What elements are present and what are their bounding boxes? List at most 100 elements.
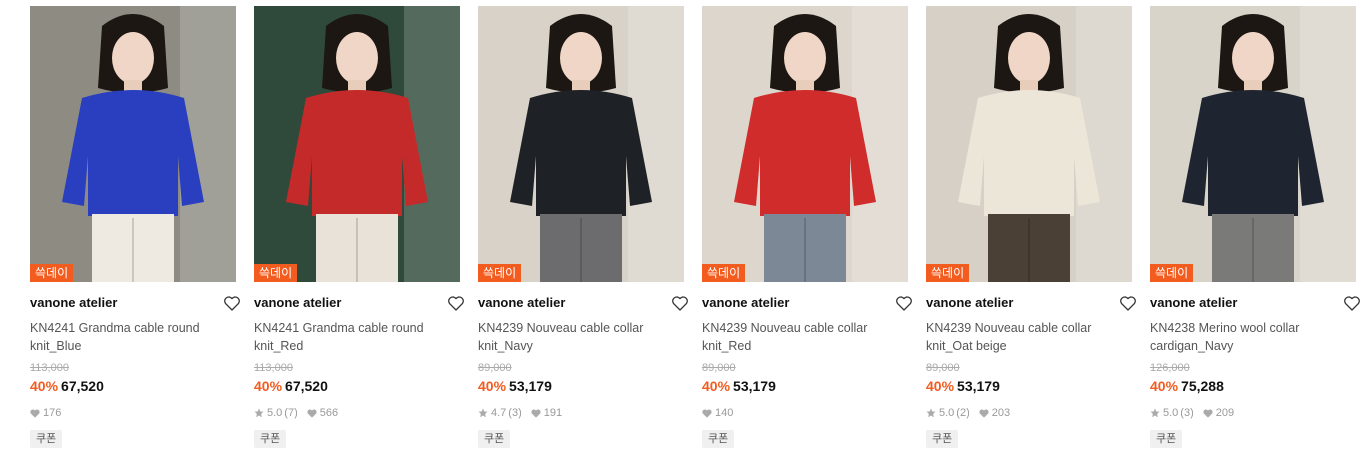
product-card[interactable]: 쓱데이 vanone atelier KN4239 Nouveau cable … — [926, 6, 1136, 448]
star-icon — [254, 408, 264, 418]
wishlist-heart-icon[interactable] — [670, 293, 690, 313]
product-stats: 5.0 (7) 566 — [254, 405, 460, 421]
sale-badge: 쓱데이 — [1150, 264, 1194, 282]
product-photo — [702, 6, 908, 282]
sale-price: 67,520 — [285, 378, 328, 394]
product-stats: 5.0 (2) 203 — [926, 405, 1132, 421]
price-row: 40% 53,179 — [926, 377, 1132, 396]
product-card[interactable]: 쓱데이 vanone atelier KN4239 Nouveau cable … — [702, 6, 912, 448]
brand-name[interactable]: vanone atelier — [702, 291, 908, 315]
review-count: (2) — [956, 407, 970, 419]
product-image[interactable]: 쓱데이 — [702, 6, 908, 282]
rating: 4.7 (3) — [478, 405, 522, 421]
discount-rate: 40% — [702, 378, 731, 394]
discount-rate: 40% — [30, 378, 59, 394]
product-name[interactable]: KN4239 Nouveau cable collar knit_Red — [702, 319, 908, 355]
brand-name[interactable]: vanone atelier — [30, 291, 236, 315]
product-name[interactable]: KN4239 Nouveau cable collar knit_Navy — [478, 319, 684, 355]
sale-price: 53,179 — [509, 378, 552, 394]
product-image[interactable]: 쓱데이 — [1150, 6, 1356, 282]
star-icon — [478, 408, 488, 418]
discount-rate: 40% — [478, 378, 507, 394]
sale-price: 53,179 — [733, 378, 776, 394]
wishlist-heart-icon[interactable] — [894, 293, 914, 313]
likes: 176 — [30, 405, 61, 421]
sale-badge: 쓱데이 — [702, 264, 746, 282]
product-name[interactable]: KN4241 Grandma cable round knit_Blue — [30, 319, 236, 355]
product-card[interactable]: 쓱데이 vanone atelier KN4241 Grandma cable … — [254, 6, 464, 448]
product-name[interactable]: KN4239 Nouveau cable collar knit_Oat bei… — [926, 319, 1132, 355]
heart-icon — [30, 408, 40, 418]
rating-value: 5.0 — [939, 407, 955, 419]
sale-price: 67,520 — [61, 378, 104, 394]
review-count: (3) — [508, 407, 522, 419]
price-row: 40% 75,288 — [1150, 377, 1356, 396]
rating-value: 4.7 — [491, 407, 507, 419]
product-stats: 4.7 (3) 191 — [478, 405, 684, 421]
star-icon — [1150, 408, 1160, 418]
original-price: 89,000 — [478, 362, 512, 374]
product-stats: 176 — [30, 405, 236, 421]
like-count: 176 — [43, 407, 62, 419]
rating: 5.0 (7) — [254, 405, 298, 421]
sale-badge: 쓱데이 — [254, 264, 298, 282]
rating: 5.0 (2) — [926, 405, 970, 421]
product-grid: 쓱데이 vanone atelier KN4241 Grandma cable … — [0, 0, 1364, 469]
sale-badge: 쓱데이 — [926, 264, 970, 282]
product-image[interactable]: 쓱데이 — [926, 6, 1132, 282]
brand-name[interactable]: vanone atelier — [254, 291, 460, 315]
product-photo — [926, 6, 1132, 282]
heart-icon — [979, 408, 989, 418]
heart-icon — [1203, 408, 1213, 418]
likes: 191 — [531, 405, 562, 421]
product-image[interactable]: 쓱데이 — [30, 6, 236, 282]
coupon-tag[interactable]: 쿠폰 — [1150, 430, 1183, 448]
coupon-tag[interactable]: 쿠폰 — [254, 430, 287, 448]
wishlist-heart-icon[interactable] — [1118, 293, 1138, 313]
price-row: 40% 53,179 — [478, 377, 684, 396]
product-card[interactable]: 쓱데이 vanone atelier KN4239 Nouveau cable … — [478, 6, 688, 448]
rating-value: 5.0 — [1163, 407, 1179, 419]
product-name[interactable]: KN4241 Grandma cable round knit_Red — [254, 319, 460, 355]
coupon-tag[interactable]: 쿠폰 — [702, 430, 735, 448]
review-count: (7) — [284, 407, 298, 419]
sale-price: 53,179 — [957, 378, 1000, 394]
coupon-tag[interactable]: 쿠폰 — [478, 430, 511, 448]
product-photo — [478, 6, 684, 282]
brand-name[interactable]: vanone atelier — [478, 291, 684, 315]
product-photo — [30, 6, 236, 282]
coupon-tag[interactable]: 쿠폰 — [30, 430, 63, 448]
heart-icon — [307, 408, 317, 418]
likes: 203 — [979, 405, 1010, 421]
sale-price: 75,288 — [1181, 378, 1224, 394]
like-count: 140 — [715, 407, 734, 419]
star-icon — [926, 408, 936, 418]
original-price: 89,000 — [926, 362, 960, 374]
product-photo — [254, 6, 460, 282]
product-name[interactable]: KN4238 Merino wool collar cardigan_Navy — [1150, 319, 1356, 355]
sale-badge: 쓱데이 — [30, 264, 74, 282]
like-count: 203 — [991, 407, 1011, 419]
sale-badge: 쓱데이 — [478, 264, 522, 282]
brand-name[interactable]: vanone atelier — [926, 291, 1132, 315]
review-count: (3) — [1180, 407, 1194, 419]
wishlist-heart-icon[interactable] — [222, 293, 242, 313]
heart-icon — [531, 408, 541, 418]
discount-rate: 40% — [254, 378, 283, 394]
product-image[interactable]: 쓱데이 — [254, 6, 460, 282]
product-card[interactable]: 쓱데이 vanone atelier KN4238 Merino wool co… — [1150, 6, 1360, 448]
product-card[interactable]: 쓱데이 vanone atelier KN4241 Grandma cable … — [30, 6, 240, 448]
wishlist-heart-icon[interactable] — [446, 293, 466, 313]
rating: 5.0 (3) — [1150, 405, 1194, 421]
price-row: 40% 67,520 — [254, 377, 460, 396]
original-price: 113,000 — [30, 362, 69, 374]
coupon-tag[interactable]: 쿠폰 — [926, 430, 959, 448]
brand-name[interactable]: vanone atelier — [1150, 291, 1356, 315]
like-count: 191 — [543, 407, 563, 419]
likes: 566 — [307, 405, 338, 421]
wishlist-heart-icon[interactable] — [1342, 293, 1362, 313]
product-image[interactable]: 쓱데이 — [478, 6, 684, 282]
product-stats: 140 — [702, 405, 908, 421]
heart-icon — [702, 408, 712, 418]
price-row: 40% 67,520 — [30, 377, 236, 396]
